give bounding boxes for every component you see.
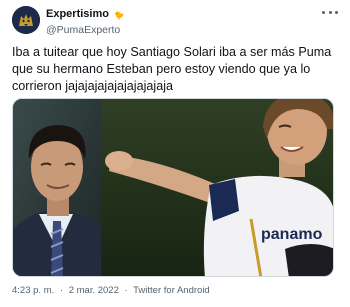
- avatar[interactable]: [12, 6, 40, 34]
- author-handle[interactable]: @PumaExperto: [46, 24, 124, 37]
- pumas-player-illustration: panamo: [101, 99, 333, 276]
- tweet-time[interactable]: 4:23 p. m.: [12, 285, 54, 296]
- tweet-media[interactable]: panamo: [12, 98, 334, 277]
- tweet: Expertisimo 🐤 @PumaExperto Iba a tuitear…: [0, 0, 350, 307]
- more-options-icon[interactable]: [322, 6, 338, 18]
- pumas-player-photo[interactable]: panamo: [101, 99, 333, 276]
- jersey-text: panamo: [261, 226, 323, 243]
- man-in-suit-photo[interactable]: [13, 99, 101, 276]
- more-dot: [335, 10, 338, 14]
- tweet-text: Iba a tuitear que hoy Santiago Solari ib…: [12, 45, 332, 93]
- meta-separator: ·: [59, 285, 64, 296]
- more-dot: [322, 10, 325, 14]
- more-dot: [328, 10, 332, 14]
- yellow-bird-icon: 🐤: [114, 11, 124, 20]
- tweet-date[interactable]: 2 mar. 2022: [69, 285, 119, 296]
- author-name-text[interactable]: Expertisimo: [46, 8, 109, 20]
- tweet-meta: 4:23 p. m. · 2 mar. 2022 · Twitter for A…: [12, 285, 210, 296]
- author-block: Expertisimo 🐤 @PumaExperto: [46, 8, 124, 37]
- puma-logo-icon: [12, 6, 40, 34]
- author-display-name[interactable]: Expertisimo 🐤: [46, 8, 124, 22]
- man-in-suit-illustration: [13, 99, 101, 276]
- meta-separator: ·: [124, 285, 128, 296]
- tweet-source[interactable]: Twitter for Android: [133, 285, 210, 296]
